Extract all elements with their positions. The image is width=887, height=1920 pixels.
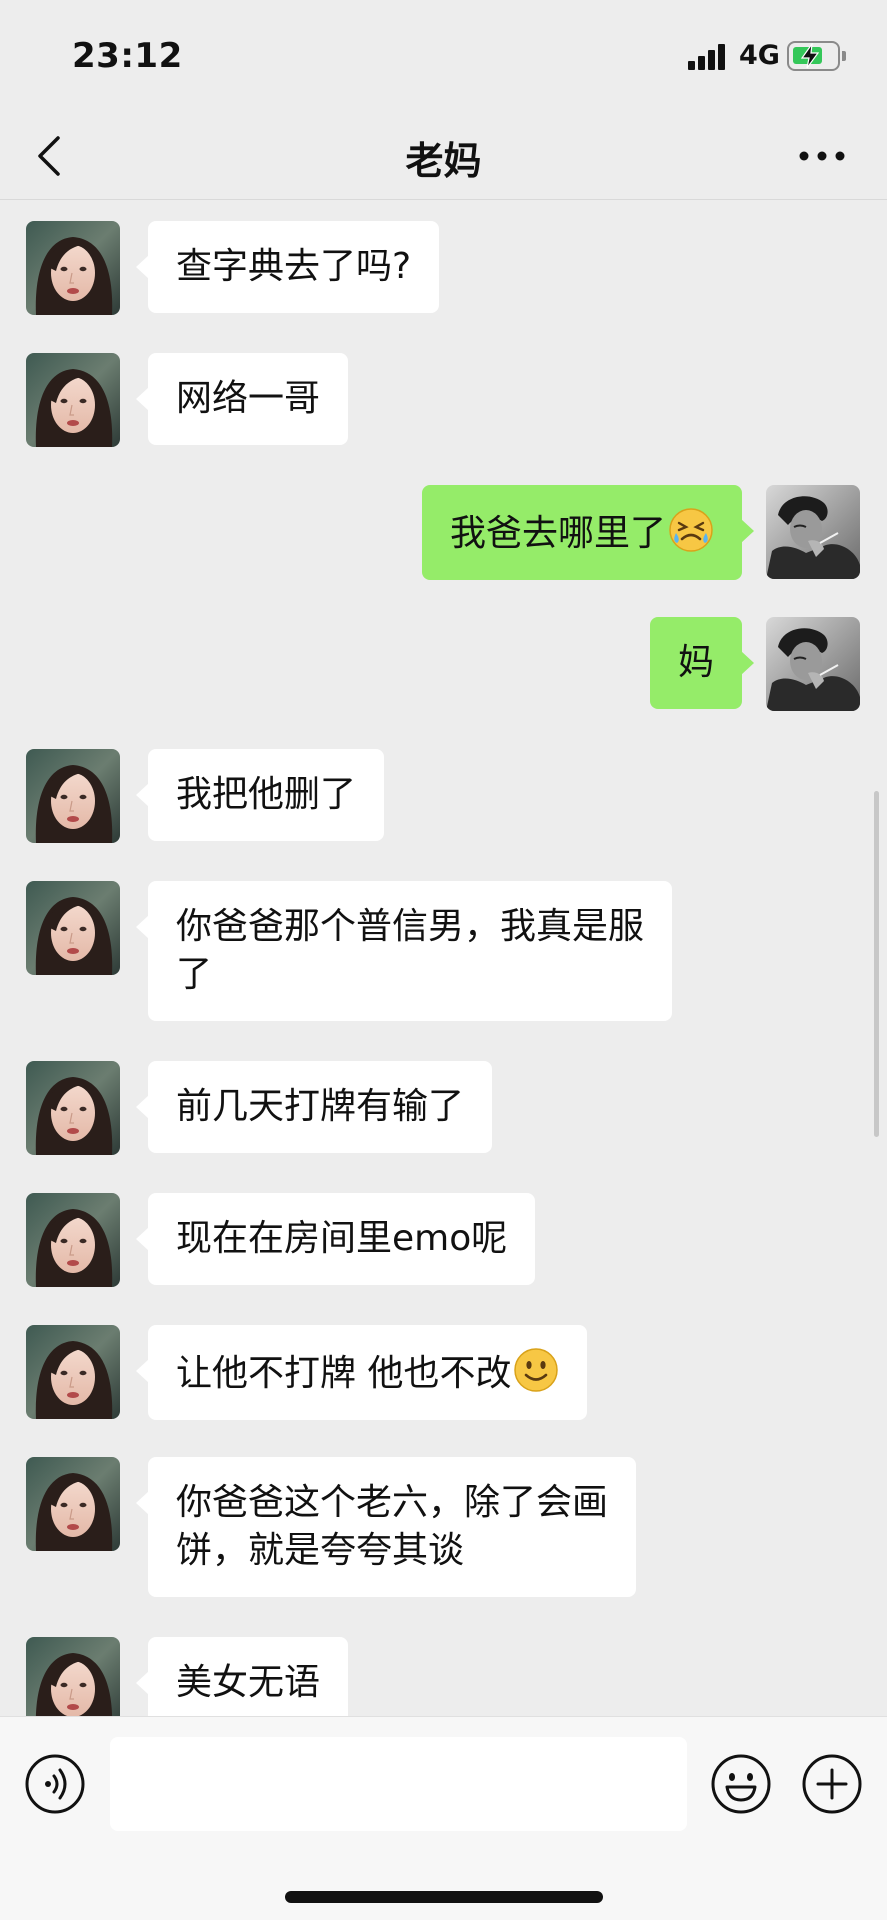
- message-bubble[interactable]: 你爸爸那个普信男，我真是服 了: [135, 881, 673, 1021]
- chat-title: 老妈: [405, 139, 482, 183]
- plus-button[interactable]: [801, 1753, 863, 1815]
- avatar-mom[interactable]: [26, 353, 120, 447]
- signal-bars-icon: [688, 44, 728, 70]
- message-bubble[interactable]: 妈: [649, 617, 755, 709]
- message-text-line: 你爸爸这个老六，除了会画: [176, 1482, 609, 1523]
- avatar-mom[interactable]: [26, 1457, 120, 1551]
- message-text: 我爸去哪里了: [449, 513, 666, 554]
- message-text: 美女无语: [176, 1662, 321, 1703]
- message-bubble[interactable]: 前几天打牌有输了: [135, 1061, 493, 1153]
- avatar-mom[interactable]: [26, 881, 120, 975]
- plus-circle-icon: [802, 1754, 862, 1814]
- message-text: 妈: [677, 642, 714, 683]
- status-time: 23:12: [72, 36, 183, 76]
- status-bar: 23:12 4G: [0, 0, 887, 112]
- avatar-mom[interactable]: [26, 1325, 120, 1419]
- chat-message-list[interactable]: 查字典去了吗? 网络一哥 我爸去哪里了 妈 我把他删了 你爸爸那个普信男，我真是: [0, 201, 887, 1716]
- message-text: 查字典去了吗?: [176, 246, 412, 287]
- scroll-indicator[interactable]: [874, 791, 879, 1137]
- message-text: 让他不打牌 他也不改: [176, 1353, 512, 1394]
- message-bubble[interactable]: 网络一哥: [135, 353, 349, 445]
- chat-header: 老妈: [0, 112, 887, 200]
- more-dots-icon: [799, 151, 845, 161]
- message-text-line: 了: [176, 954, 213, 995]
- more-button[interactable]: [792, 132, 852, 180]
- message-text-line: 饼，就是夸夸其谈: [176, 1530, 465, 1571]
- avatar-mom[interactable]: [26, 1637, 120, 1716]
- avatar-mom[interactable]: [26, 1061, 120, 1155]
- avatar-mom[interactable]: [26, 221, 120, 315]
- message-text: 现在在房间里emo呢: [176, 1218, 508, 1259]
- battery-charging-icon: [787, 41, 847, 71]
- avatar-mom[interactable]: [26, 749, 120, 843]
- message-input[interactable]: [110, 1737, 687, 1831]
- avatar-mom[interactable]: [26, 1193, 120, 1287]
- message-bubble[interactable]: 让他不打牌 他也不改: [135, 1325, 588, 1420]
- message-bubble[interactable]: 查字典去了吗?: [135, 221, 440, 313]
- message-text-line: 你爸爸那个普信男，我真是服: [176, 906, 645, 947]
- message-bubble[interactable]: 现在在房间里emo呢: [135, 1193, 536, 1285]
- smiling-face-emoji-icon: [514, 1348, 559, 1392]
- emoji-button[interactable]: [710, 1753, 772, 1815]
- emoji-face-icon: [711, 1754, 771, 1814]
- voice-button[interactable]: [24, 1753, 86, 1815]
- message-bubble[interactable]: 我把他删了: [135, 749, 385, 841]
- message-text: 网络一哥: [176, 378, 321, 419]
- voice-icon: [25, 1754, 85, 1814]
- message-text: 前几天打牌有输了: [176, 1086, 465, 1127]
- message-bubble[interactable]: 你爸爸这个老六，除了会画 饼，就是夸夸其谈: [135, 1457, 637, 1597]
- home-indicator[interactable]: [285, 1891, 603, 1903]
- message-bubble[interactable]: 美女无语: [135, 1637, 349, 1716]
- avatar-me[interactable]: [766, 485, 860, 579]
- network-label: 4G: [739, 40, 780, 71]
- message-text: 我把他删了: [176, 774, 357, 815]
- avatar-me[interactable]: [766, 617, 860, 711]
- crying-face-emoji-icon: [669, 508, 713, 552]
- message-bubble[interactable]: 我爸去哪里了: [421, 485, 755, 580]
- input-bar: [0, 1716, 887, 1920]
